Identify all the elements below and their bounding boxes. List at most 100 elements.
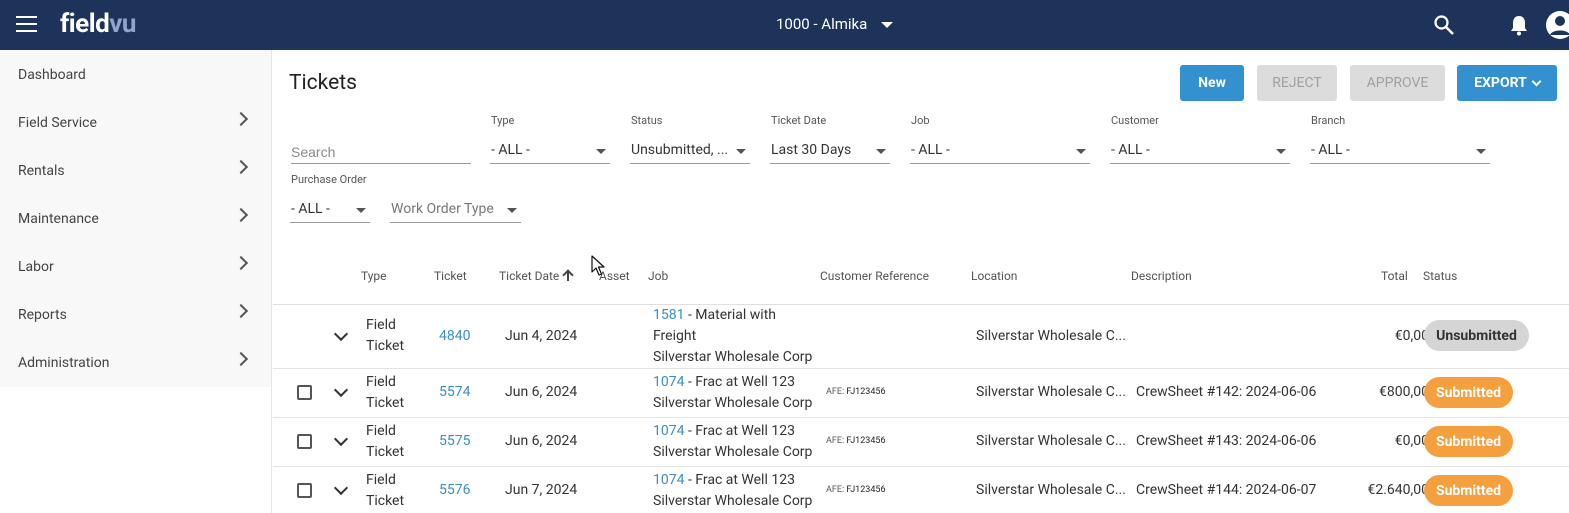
location-cell: Silverstar Wholesale C... xyxy=(976,384,1126,400)
chevron-right-icon xyxy=(233,255,249,271)
status-filter-value: Unsubmitted, ... xyxy=(631,142,729,158)
status-filter[interactable]: Status Unsubmitted, ... xyxy=(630,114,750,164)
column-header-type[interactable]: Type xyxy=(361,269,387,283)
column-header-ticket-date[interactable]: Ticket Date xyxy=(499,269,573,283)
description-cell: CrewSheet #142: 2024-06-06 xyxy=(1136,384,1317,400)
job-cell: 1074 - Frac at Well 123 Silverstar Whole… xyxy=(653,372,812,414)
work-order-type-placeholder: Work Order Type xyxy=(391,201,494,217)
sidebar-item-labor[interactable]: Labor xyxy=(0,243,271,291)
type-line: Field xyxy=(366,423,396,439)
approve-button[interactable]: APPROVE xyxy=(1350,65,1445,101)
ticket-link[interactable]: 5575 xyxy=(439,431,470,452)
search-input[interactable] xyxy=(291,140,471,164)
sidebar-item-rentals[interactable]: Rentals xyxy=(0,147,271,195)
sidebar-item-administration[interactable]: Administration xyxy=(0,339,271,387)
row-checkbox[interactable] xyxy=(297,434,312,449)
job-name: - Frac at Well 123 xyxy=(684,423,795,439)
chevron-down-icon[interactable] xyxy=(333,480,349,496)
type-filter-value: - ALL - xyxy=(491,142,530,158)
column-header-status[interactable]: Status xyxy=(1423,269,1457,283)
afe-value: FJ123456 xyxy=(846,485,886,495)
job-name: - Material with xyxy=(684,307,776,323)
status-badge: Submitted xyxy=(1424,377,1513,408)
hamburger-icon[interactable] xyxy=(16,16,37,34)
type-cell: Field Ticket xyxy=(366,421,404,463)
chevron-right-icon xyxy=(233,111,249,127)
sidebar-item-reports[interactable]: Reports xyxy=(0,291,271,339)
new-button[interactable]: New xyxy=(1180,65,1244,101)
work-order-type-filter[interactable]: Work Order Type xyxy=(390,199,521,223)
sidebar-item-label: Field Service xyxy=(18,115,97,131)
table-row[interactable]: Field Ticket 5576 Jun 7, 2024 1074 - Frac… xyxy=(273,467,1569,513)
column-header-ticket[interactable]: Ticket xyxy=(434,269,467,283)
branch-filter-value: - ALL - xyxy=(1311,142,1350,158)
type-line: Ticket xyxy=(366,493,405,509)
chevron-down-icon xyxy=(1531,76,1542,86)
caret-down-icon xyxy=(881,22,894,28)
customer-reference-cell: AFE: FJ123456 xyxy=(826,480,886,501)
sidebar-item-dashboard[interactable]: Dashboard xyxy=(0,50,271,99)
caret-down-icon xyxy=(876,149,886,154)
total-cell: €2.640,00 xyxy=(1367,482,1429,498)
bell-icon[interactable] xyxy=(1509,14,1529,36)
column-header-job[interactable]: Job xyxy=(648,269,668,283)
afe-label: AFE: xyxy=(826,387,845,397)
row-checkbox[interactable] xyxy=(297,385,312,400)
job-customer: Silverstar Wholesale Corp xyxy=(653,444,813,460)
row-checkbox[interactable] xyxy=(297,483,312,498)
chevron-down-icon[interactable] xyxy=(333,382,349,398)
branch-filter[interactable]: Branch - ALL - xyxy=(1310,114,1490,164)
column-header-total[interactable]: Total xyxy=(1381,269,1408,283)
type-line: Ticket xyxy=(366,338,405,354)
type-cell: Field Ticket xyxy=(366,470,404,512)
customer-filter-label: Customer xyxy=(1111,114,1159,127)
tenant-selector[interactable]: 1000 - Almika xyxy=(776,15,894,33)
reject-button[interactable]: REJECT xyxy=(1257,65,1337,101)
purchase-order-filter-value: - ALL - xyxy=(291,201,330,217)
job-link[interactable]: 1581 xyxy=(653,307,684,323)
job-name-continued: Freight xyxy=(653,328,697,344)
table-row[interactable]: Field Ticket 5574 Jun 6, 2024 1074 - Frac… xyxy=(273,369,1569,418)
sidebar-item-label: Reports xyxy=(18,307,67,323)
job-filter[interactable]: Job - ALL - xyxy=(910,114,1090,164)
sidebar-item-field-service[interactable]: Field Service xyxy=(0,99,271,147)
job-link[interactable]: 1074 xyxy=(653,472,684,488)
ticket-date-filter[interactable]: Ticket Date Last 30 Days xyxy=(770,114,890,164)
fieldvu-logo[interactable]: fieldvu xyxy=(60,9,136,39)
caret-down-icon xyxy=(507,208,517,213)
caret-down-icon xyxy=(736,149,746,154)
tenant-label: 1000 - Almika xyxy=(776,15,868,33)
export-button[interactable]: EXPORT xyxy=(1457,65,1557,101)
sidebar-item-maintenance[interactable]: Maintenance xyxy=(0,195,271,243)
caret-down-icon xyxy=(1076,149,1086,154)
customer-filter[interactable]: Customer - ALL - xyxy=(1110,114,1290,164)
chevron-down-icon[interactable] xyxy=(333,326,349,342)
status-badge: Submitted xyxy=(1424,475,1513,506)
user-icon[interactable] xyxy=(1545,10,1569,40)
customer-filter-value: - ALL - xyxy=(1111,142,1150,158)
chevron-down-icon[interactable] xyxy=(333,431,349,447)
customer-reference-cell: AFE: FJ123456 xyxy=(826,382,886,403)
ticket-link[interactable]: 5576 xyxy=(439,480,470,501)
sidebar-item-label: Administration xyxy=(18,355,110,371)
type-cell: Field Ticket xyxy=(366,315,404,357)
type-line: Ticket xyxy=(366,444,405,460)
column-header-location[interactable]: Location xyxy=(971,269,1017,283)
table-row[interactable]: Field Ticket 5575 Jun 6, 2024 1074 - Frac… xyxy=(273,418,1569,467)
type-filter[interactable]: Type - ALL - xyxy=(490,114,610,164)
purchase-order-filter[interactable]: Purchase Order - ALL - xyxy=(290,173,370,223)
ticket-link[interactable]: 5574 xyxy=(439,382,470,403)
top-bar: fieldvu 1000 - Almika xyxy=(0,0,1569,50)
sidebar-item-label: Rentals xyxy=(18,163,65,179)
ticket-link[interactable]: 4840 xyxy=(439,326,470,347)
job-link[interactable]: 1074 xyxy=(653,423,684,439)
job-customer: Silverstar Wholesale Corp xyxy=(653,493,813,509)
column-header-customer-reference[interactable]: Customer Reference xyxy=(820,269,929,283)
column-header-description[interactable]: Description xyxy=(1131,269,1192,283)
job-name: - Frac at Well 123 xyxy=(684,472,795,488)
job-link[interactable]: 1074 xyxy=(653,374,684,390)
table-row[interactable]: Field Ticket 4840 Jun 4, 2024 1581 - Mate… xyxy=(273,305,1569,369)
description-cell: CrewSheet #143: 2024-06-06 xyxy=(1136,433,1317,449)
search-icon[interactable] xyxy=(1433,14,1455,36)
type-line: Field xyxy=(366,317,396,333)
